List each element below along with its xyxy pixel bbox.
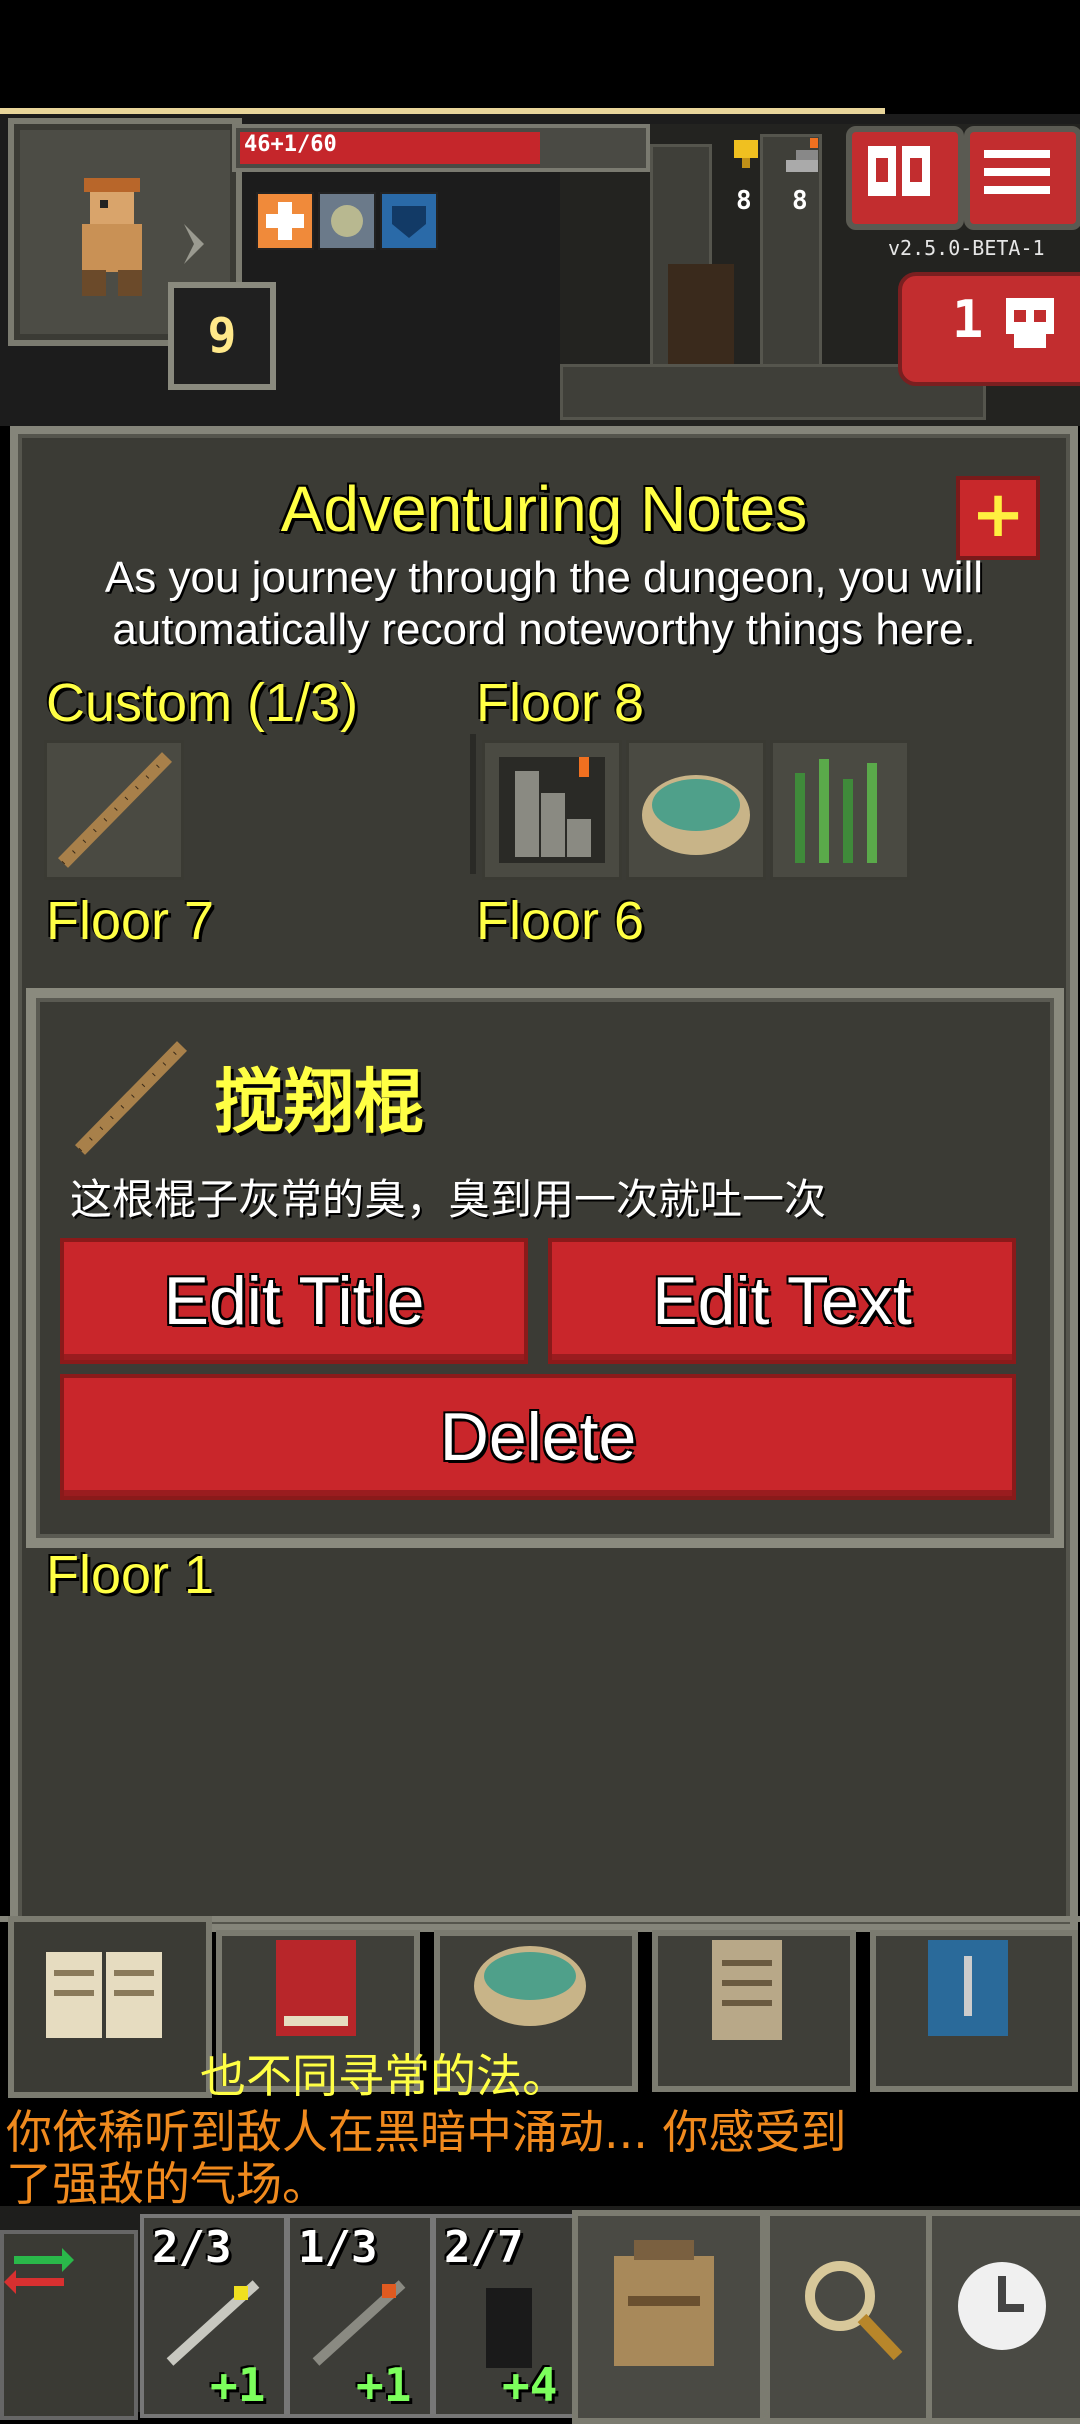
quickslot-3[interactable]: 2/7 +4: [432, 2214, 580, 2418]
buff-heal-icon[interactable]: [256, 192, 314, 250]
swap-quickslot-button[interactable]: [0, 2230, 138, 2420]
delete-button[interactable]: Delete: [60, 1374, 1016, 1500]
wand-icon: [166, 2280, 260, 2366]
trophy-icon: [726, 136, 766, 176]
quickslot-count: 2/3: [152, 2222, 232, 2273]
skull-icon: [1006, 298, 1054, 348]
add-note-button[interactable]: +: [956, 476, 1040, 560]
search-icon: [805, 2261, 903, 2361]
quickslot-upgrade: +1: [356, 2358, 412, 2412]
section-floor-8: Floor 8: [476, 673, 645, 733]
tab-notes[interactable]: [8, 1916, 212, 2098]
description-line: As you journey through the dungeon, you …: [104, 553, 984, 602]
clock-icon: [958, 2262, 1046, 2350]
staff-icon: [58, 752, 172, 868]
health-bar: 46+1/60: [232, 124, 650, 172]
note-item-slot[interactable]: [770, 740, 910, 880]
alchemy-pot-icon: [642, 775, 750, 855]
health-text: 46+1/60: [244, 132, 337, 157]
note-detail-dialog: 搅翔棍 这根棍子灰常的臭，臭到用一次就吐一次 Edit Title Edit T…: [26, 988, 1064, 1548]
wand-icon: [312, 2280, 406, 2366]
status-bar-area: [0, 0, 1080, 110]
sword-card-icon: [928, 1940, 1008, 2036]
swap-icon: [4, 2248, 74, 2294]
quickslot-count: 1/3: [298, 2222, 378, 2273]
quickslot-2[interactable]: 1/3 +1: [286, 2214, 434, 2418]
buff-shield-icon[interactable]: [318, 192, 376, 250]
staff-icon: [66, 1032, 196, 1162]
edit-text-button[interactable]: Edit Text: [548, 1238, 1016, 1364]
stairs-icon: [782, 136, 822, 176]
quickslot-count: 2/7: [444, 2222, 524, 2273]
open-book-icon: [46, 1952, 162, 2038]
quickslot-upgrade: +4: [502, 2358, 558, 2412]
section-floor-7: Floor 7: [46, 891, 215, 951]
trophy-count: 8: [736, 186, 752, 216]
section-floor-6: Floor 6: [476, 891, 645, 951]
depth-count: 8: [792, 186, 808, 216]
buff-armor-icon[interactable]: [380, 192, 438, 250]
description-line: automatically record noteworthy things h…: [112, 605, 976, 654]
quickslot-upgrade: +1: [210, 2358, 266, 2412]
section-floor-1: Floor 1: [46, 1545, 215, 1605]
section-custom: Custom (1/3): [46, 673, 359, 733]
tab-badges[interactable]: [870, 1930, 1078, 2092]
backpack-button[interactable]: [572, 2210, 766, 2424]
journal-button[interactable]: [846, 126, 964, 230]
hero-level: 9: [168, 282, 276, 390]
menu-icon: [984, 150, 1050, 194]
danger-indicator[interactable]: 1: [898, 272, 1080, 386]
note-item-slot[interactable]: [482, 740, 622, 880]
menu-button[interactable]: [964, 126, 1080, 230]
panel-title: Adventuring Notes: [280, 473, 808, 545]
divider: [470, 734, 476, 874]
danger-count: 1: [952, 290, 984, 350]
note-text: 这根棍子灰常的臭，臭到用一次就吐一次: [70, 1175, 827, 1224]
tab-catalog[interactable]: [652, 1930, 856, 2092]
scroll-list-icon: [712, 1940, 782, 2040]
panel-description: As you journey through the dungeon, you …: [18, 552, 1070, 656]
note-item-slot[interactable]: [626, 740, 766, 880]
wait-button[interactable]: [926, 2210, 1080, 2424]
open-book-icon: [868, 146, 930, 196]
grass-icon: [795, 759, 877, 863]
stairs-icon: [499, 757, 605, 863]
log-text: 也不同寻常的法。: [200, 2049, 568, 2103]
version-label: v2.5.0-BETA-1: [888, 236, 1045, 260]
edit-title-button[interactable]: Edit Title: [60, 1238, 528, 1364]
quickslot-1[interactable]: 2/3 +1: [140, 2214, 288, 2418]
note-title: 搅翔棍: [214, 1061, 424, 1143]
log-line: 了强敌的气场。: [6, 2157, 328, 2211]
note-item-slot[interactable]: [44, 740, 184, 880]
backpack-icon: [614, 2240, 714, 2366]
